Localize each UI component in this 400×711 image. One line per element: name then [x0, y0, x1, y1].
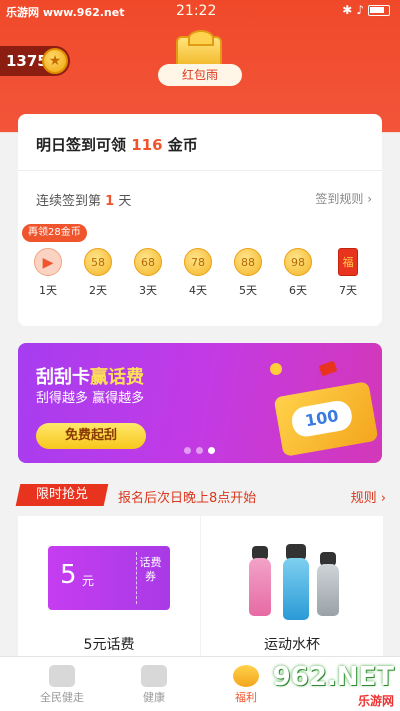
scratch-card-image: 100	[273, 381, 379, 457]
checkin-day-6[interactable]: 98 6天	[278, 248, 318, 298]
checkin-title: 明日签到可领 116 金币	[36, 134, 198, 155]
checkin-day-3[interactable]: 68 3天	[128, 248, 168, 298]
flash-sale-rules-link[interactable]: 规则 ›	[351, 487, 386, 506]
coin-value: 78	[184, 248, 212, 276]
health-icon	[141, 665, 167, 687]
checkin-day-7[interactable]: 福 7天	[328, 248, 368, 298]
welfare-icon	[233, 665, 259, 687]
watermark-main: 962.NET	[272, 662, 394, 692]
status-bar: 乐游网 www.962.net 21:22 ✱♪	[0, 0, 400, 24]
ticket-side: 话费券	[136, 552, 164, 604]
day-label: 7天	[339, 284, 357, 297]
day-label: 5天	[239, 284, 257, 297]
watermark-sub: 乐游网	[357, 694, 394, 708]
product-sports-bottle[interactable]: 运动水杯	[201, 516, 383, 656]
ticket-unit: 元	[82, 574, 95, 588]
day-label: 1天	[39, 284, 57, 297]
coin-icon	[270, 363, 282, 375]
walk-icon	[49, 665, 75, 687]
battery-icon	[368, 5, 390, 16]
tab-label: 全民健走	[40, 691, 84, 704]
day-label: 2天	[89, 284, 107, 297]
red-packet-rain-button[interactable]: 红包雨	[156, 30, 244, 88]
carousel-dot[interactable]	[196, 447, 203, 454]
carousel-dot-active[interactable]	[208, 447, 215, 454]
free-scratch-button[interactable]: 免费起刮	[36, 423, 146, 449]
flash-sale-tag-text: 限时抢兑	[35, 487, 88, 502]
bluetooth-icon: ✱	[342, 3, 357, 17]
streak-prefix: 连续签到第	[36, 194, 106, 209]
red-envelope-icon: 福	[338, 248, 358, 276]
coin-value: 98	[284, 248, 312, 276]
flash-sale-subtitle: 报名后次日晚上8点开始	[118, 491, 257, 506]
flash-sale-tag: 限时抢兑	[15, 484, 109, 506]
bonus-tag: 再领28金币	[22, 224, 87, 242]
day-label: 3天	[139, 284, 157, 297]
streak-days: 1	[105, 194, 115, 209]
checkin-day-2[interactable]: 58 2天	[78, 248, 118, 298]
video-play-icon: ▶	[34, 248, 62, 276]
status-icons: ✱♪	[342, 3, 390, 17]
site-watermark: 乐游网 www.962.net	[6, 6, 125, 19]
coin-star-icon: ★	[42, 48, 68, 74]
red-envelope-icon	[318, 360, 338, 377]
product-name: 5元话费	[83, 637, 135, 653]
clock: 21:22	[176, 3, 217, 19]
coin-value: 68	[134, 248, 162, 276]
checkin-rules-link[interactable]: 签到规则 ›	[315, 190, 372, 207]
checkin-day-1[interactable]: ▶ 1天	[28, 248, 68, 298]
divider	[18, 170, 382, 171]
banner-title: 刮刮卡赢话费	[36, 363, 144, 389]
checkin-card: 明日签到可领 116 金币 连续签到第 1 天 签到规则 › 再领28金币 ▶ …	[18, 114, 382, 326]
product-phone-credit[interactable]: 5 元 话费券 5元话费	[18, 516, 200, 656]
red-packet-label: 红包雨	[158, 64, 242, 86]
streak-text: 连续签到第 1 天	[36, 190, 131, 209]
bell-icon: ♪	[356, 3, 368, 17]
banner-title-a: 刮刮卡	[36, 367, 90, 388]
day-label: 4天	[189, 284, 207, 297]
coin-value: 88	[234, 248, 262, 276]
coin-balance[interactable]: 1375 ★	[0, 46, 70, 76]
scratch-card-banner[interactable]: 刮刮卡赢话费 刮得越多 赢得越多 免费起刮 100	[18, 343, 382, 463]
tab-walk[interactable]: 全民健走	[14, 657, 110, 705]
streak-suffix: 天	[114, 194, 132, 209]
checkin-title-suffix: 金币	[162, 136, 198, 154]
tab-health[interactable]: 健康	[106, 657, 202, 705]
tab-label: 健康	[143, 691, 165, 704]
carousel-dot[interactable]	[184, 447, 191, 454]
checkin-title-prefix: 明日签到可领	[36, 136, 132, 154]
product-name: 运动水杯	[264, 637, 320, 653]
banner-title-b: 赢话费	[90, 367, 144, 388]
coin-value: 58	[84, 248, 112, 276]
carousel-dots[interactable]	[184, 439, 220, 458]
checkin-amount: 116	[131, 136, 163, 154]
day-label: 6天	[289, 284, 307, 297]
checkin-day-4[interactable]: 78 4天	[178, 248, 218, 298]
card-value: 100	[289, 398, 355, 439]
phone-credit-ticket: 5 元 话费券	[48, 546, 170, 610]
ticket-value: 5	[60, 560, 77, 590]
checkin-day-5[interactable]: 88 5天	[228, 248, 268, 298]
watermark: 962.NET 乐游网	[273, 662, 394, 709]
banner-subtitle: 刮得越多 赢得越多	[36, 391, 145, 406]
flash-sale-header: 限时抢兑 报名后次日晚上8点开始 规则 ›	[0, 484, 400, 508]
